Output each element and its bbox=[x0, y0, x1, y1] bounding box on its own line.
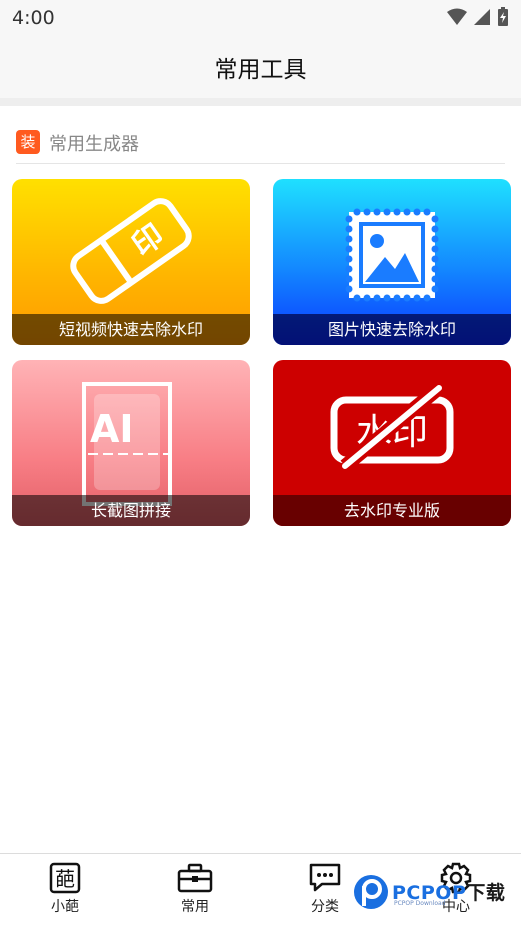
tool-card-watermark-pro[interactable]: 水印 去水印专业版 bbox=[273, 360, 511, 526]
tool-card-long-screenshot[interactable]: AI 长截图拼接 bbox=[12, 360, 250, 526]
nav-label: 常用 bbox=[181, 899, 209, 915]
nav-item-xiaopa[interactable]: 葩 小葩 bbox=[25, 862, 105, 916]
xiaopa-icon-text: 葩 bbox=[55, 867, 75, 891]
battery-icon bbox=[498, 7, 508, 26]
nav-label: 小葩 bbox=[51, 899, 79, 915]
nav-item-common[interactable]: 常用 bbox=[155, 862, 235, 916]
app-bar: 常用工具 bbox=[0, 36, 521, 98]
toolbox-icon bbox=[177, 863, 213, 893]
pcpop-watermark: PCPOP下载 PCPOP Download bbox=[352, 872, 517, 914]
signal-icon bbox=[474, 9, 490, 25]
app-bar-divider bbox=[0, 98, 521, 106]
page-title: 常用工具 bbox=[214, 57, 307, 83]
watermark-accent-text: 下载 bbox=[466, 882, 506, 904]
tool-card-label: 短视频快速去除水印 bbox=[12, 314, 250, 345]
section-title: 常用生成器 bbox=[49, 134, 139, 155]
tool-card-label: 去水印专业版 bbox=[273, 495, 511, 526]
tool-card-label: 图片快速去除水印 bbox=[273, 314, 511, 345]
xiaopa-icon: 葩 bbox=[49, 862, 81, 894]
status-bar: 4:00 bbox=[0, 0, 521, 36]
tool-card-video-watermark-remover[interactable]: 印 短视频快速去除水印 bbox=[12, 179, 250, 345]
wifi-icon bbox=[447, 8, 467, 25]
long-screenshot-icon-text: AI bbox=[90, 407, 134, 451]
watermark-sub: PCPOP Download bbox=[394, 900, 446, 907]
section-header: 装 常用生成器 bbox=[16, 128, 505, 164]
pcpop-logo-icon bbox=[354, 875, 388, 909]
tool-card-label: 长截图拼接 bbox=[12, 495, 250, 526]
tool-card-image-watermark-remover[interactable]: 图片快速去除水印 bbox=[273, 179, 511, 345]
status-icons bbox=[447, 7, 509, 27]
section-badge: 装 bbox=[16, 130, 40, 154]
chat-bubbles-icon bbox=[309, 863, 341, 892]
screen: 4:00 常用工具 装 常用生成器 印 短视频快速去除水印 图片快速去除水印 A… bbox=[0, 0, 521, 926]
status-time: 4:00 bbox=[12, 7, 55, 29]
